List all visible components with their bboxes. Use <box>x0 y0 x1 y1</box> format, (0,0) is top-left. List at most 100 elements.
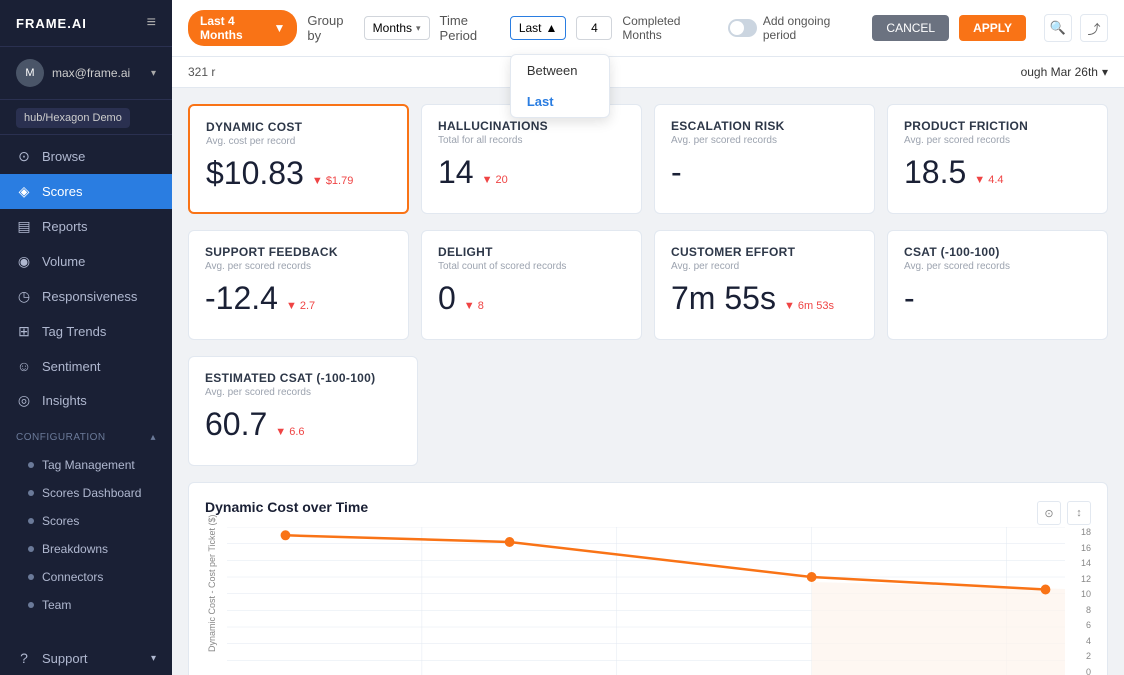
dot-icon <box>28 602 34 608</box>
score-card-csat: CSAT (-100-100) Avg. per scored records … <box>887 230 1108 340</box>
sidebar-item-scores-config[interactable]: Scores <box>0 507 172 535</box>
score-card-title: CUSTOMER EFFORT <box>671 245 858 259</box>
sidebar-sub-label: Tag Management <box>42 458 135 472</box>
records-bar: 321 r ough Mar 26th ▾ <box>172 57 1124 88</box>
sidebar-header: FRAME.AI ≡ <box>0 0 172 47</box>
time-period-wrapper: Last ▲ Between Last <box>510 16 567 40</box>
dot-icon <box>28 490 34 496</box>
completed-label: Completed Months <box>622 14 709 42</box>
menu-icon[interactable]: ≡ <box>147 14 156 32</box>
time-period-label: Time Period <box>440 13 500 43</box>
chart-title: Dynamic Cost over Time <box>205 499 368 515</box>
score-card-value: - <box>904 280 1091 317</box>
ongoing-period-toggle[interactable] <box>728 19 757 37</box>
chart-y-label: Dynamic Cost - Cost per Ticket ($) <box>207 552 217 652</box>
filter-pill[interactable]: Last 4 Months ▼ <box>188 10 297 46</box>
support-icon: ? <box>16 650 32 666</box>
score-card-value: 18.5 ▼ 4.4 <box>904 154 1091 191</box>
browse-icon: ⊙ <box>16 148 32 165</box>
score-card-dynamic-cost: DYNAMIC COST Avg. cost per record $10.83… <box>188 104 409 214</box>
score-card-subtitle: Avg. per scored records <box>671 135 858 146</box>
avatar: M <box>16 59 44 87</box>
time-period-mode-select[interactable]: Last ▲ <box>510 16 567 40</box>
score-card-value: -12.4 ▼ 2.7 <box>205 280 392 317</box>
sidebar-support-label: Support <box>42 651 88 666</box>
sidebar-nav: ⊙ Browse ◈ Scores ▤ Reports ◉ Volume ◷ R… <box>0 135 172 422</box>
date-range[interactable]: ough Mar 26th ▾ <box>1021 65 1108 79</box>
score-card-title: PRODUCT FRICTION <box>904 119 1091 133</box>
chart-expand-icon[interactable]: ↕ <box>1067 501 1091 525</box>
time-period-dropdown: Between Last <box>510 54 610 118</box>
ongoing-period-label: Add ongoing period <box>763 14 853 42</box>
score-card-title: DELIGHT <box>438 245 625 259</box>
group-by-value: Months <box>373 21 412 35</box>
score-card-delta: ▼ 8 <box>464 300 484 312</box>
scores-icon: ◈ <box>16 183 32 200</box>
user-email: max@frame.ai <box>52 66 143 80</box>
ongoing-period-toggle-group: Add ongoing period <box>728 14 853 42</box>
apply-button[interactable]: APPLY <box>959 15 1026 41</box>
score-card-title: HALLUCINATIONS <box>438 119 625 133</box>
toggle-knob <box>730 21 744 35</box>
sidebar-item-team[interactable]: Team <box>0 591 172 619</box>
sidebar-item-label: Sentiment <box>42 359 101 374</box>
sidebar-item-tag-management[interactable]: Tag Management <box>0 451 172 479</box>
chart-y-ticks: 18 16 14 12 10 8 6 4 2 0 <box>1073 527 1091 675</box>
sidebar-item-label: Browse <box>42 149 85 164</box>
sidebar-item-breakdowns[interactable]: Breakdowns <box>0 535 172 563</box>
score-cards-row1: DYNAMIC COST Avg. cost per record $10.83… <box>188 104 1108 214</box>
sidebar-item-volume[interactable]: ◉ Volume <box>0 244 172 279</box>
sidebar-item-reports[interactable]: ▤ Reports <box>0 209 172 244</box>
sidebar-item-scores-dashboard[interactable]: Scores Dashboard <box>0 479 172 507</box>
dot-icon <box>28 518 34 524</box>
sidebar-sub-label: Breakdowns <box>42 542 108 556</box>
date-range-text: ough Mar 26th <box>1021 65 1098 79</box>
dropdown-last[interactable]: Last <box>511 86 609 117</box>
search-icon-button[interactable]: 🔍 <box>1044 14 1072 42</box>
score-card-hallucinations: HALLUCINATIONS Total for all records 14 … <box>421 104 642 214</box>
sidebar-item-insights[interactable]: ◎ Insights <box>0 383 172 418</box>
filter-bar: Last 4 Months ▼ Group by Months ▾ Time P… <box>172 0 1124 57</box>
sidebar-item-sentiment[interactable]: ☺ Sentiment <box>0 349 172 383</box>
score-card-title: ESCALATION RISK <box>671 119 858 133</box>
sidebar-item-label: Insights <box>42 393 87 408</box>
dot-icon <box>28 462 34 468</box>
score-card-delta: ▼ 4.4 <box>974 174 1003 186</box>
sentiment-icon: ☺ <box>16 358 32 374</box>
score-cards-row2: SUPPORT FEEDBACK Avg. per scored records… <box>188 230 1108 340</box>
dropdown-between[interactable]: Between <box>511 55 609 86</box>
score-card-title: ESTIMATED CSAT (-100-100) <box>205 371 401 385</box>
sidebar-item-browse[interactable]: ⊙ Browse <box>0 139 172 174</box>
sidebar-item-label: Scores <box>42 184 82 199</box>
sidebar-item-label: Responsiveness <box>42 289 137 304</box>
score-card-customer-effort: CUSTOMER EFFORT Avg. per record 7m 55s ▼… <box>654 230 875 340</box>
sidebar-user[interactable]: M max@frame.ai ▾ <box>0 47 172 100</box>
chart-area <box>227 527 1065 675</box>
score-card-estimated-csat: ESTIMATED CSAT (-100-100) Avg. per score… <box>188 356 418 466</box>
group-by-select[interactable]: Months ▾ <box>364 16 430 40</box>
chart-settings-icon[interactable]: ⊙ <box>1037 501 1061 525</box>
sidebar-item-tag-trends[interactable]: ⊞ Tag Trends <box>0 314 172 349</box>
dot-icon <box>28 546 34 552</box>
sidebar-item-label: Reports <box>42 219 88 234</box>
time-period-number-input[interactable] <box>576 16 612 40</box>
score-card-delta: ▼ 20 <box>482 174 508 186</box>
support-chevron: ▾ <box>151 653 156 664</box>
sidebar-item-scores[interactable]: ◈ Scores <box>0 174 172 209</box>
dot-icon <box>28 574 34 580</box>
sidebar-hub[interactable]: hub/Hexagon Demo <box>0 100 172 135</box>
sidebar-item-connectors[interactable]: Connectors <box>0 563 172 591</box>
sidebar-item-support[interactable]: ? Support ▾ <box>0 641 172 675</box>
share-icon-button[interactable]: ⤴ <box>1080 14 1108 42</box>
sidebar-item-label: Volume <box>42 254 85 269</box>
sidebar-config: Tag Management Scores Dashboard Scores B… <box>0 447 172 623</box>
filter-pill-label: Last 4 Months <box>200 14 267 42</box>
cancel-button[interactable]: CANCEL <box>872 15 949 41</box>
score-card-value: $10.83 ▼ $1.79 <box>206 155 391 192</box>
config-section-label: Configuration ▴ <box>0 422 172 447</box>
group-by-label: Group by <box>307 13 353 43</box>
sidebar-item-responsiveness[interactable]: ◷ Responsiveness <box>0 279 172 314</box>
hub-label[interactable]: hub/Hexagon Demo <box>16 108 130 128</box>
score-card-title: DYNAMIC COST <box>206 120 391 134</box>
score-card-subtitle: Avg. per scored records <box>904 135 1091 146</box>
